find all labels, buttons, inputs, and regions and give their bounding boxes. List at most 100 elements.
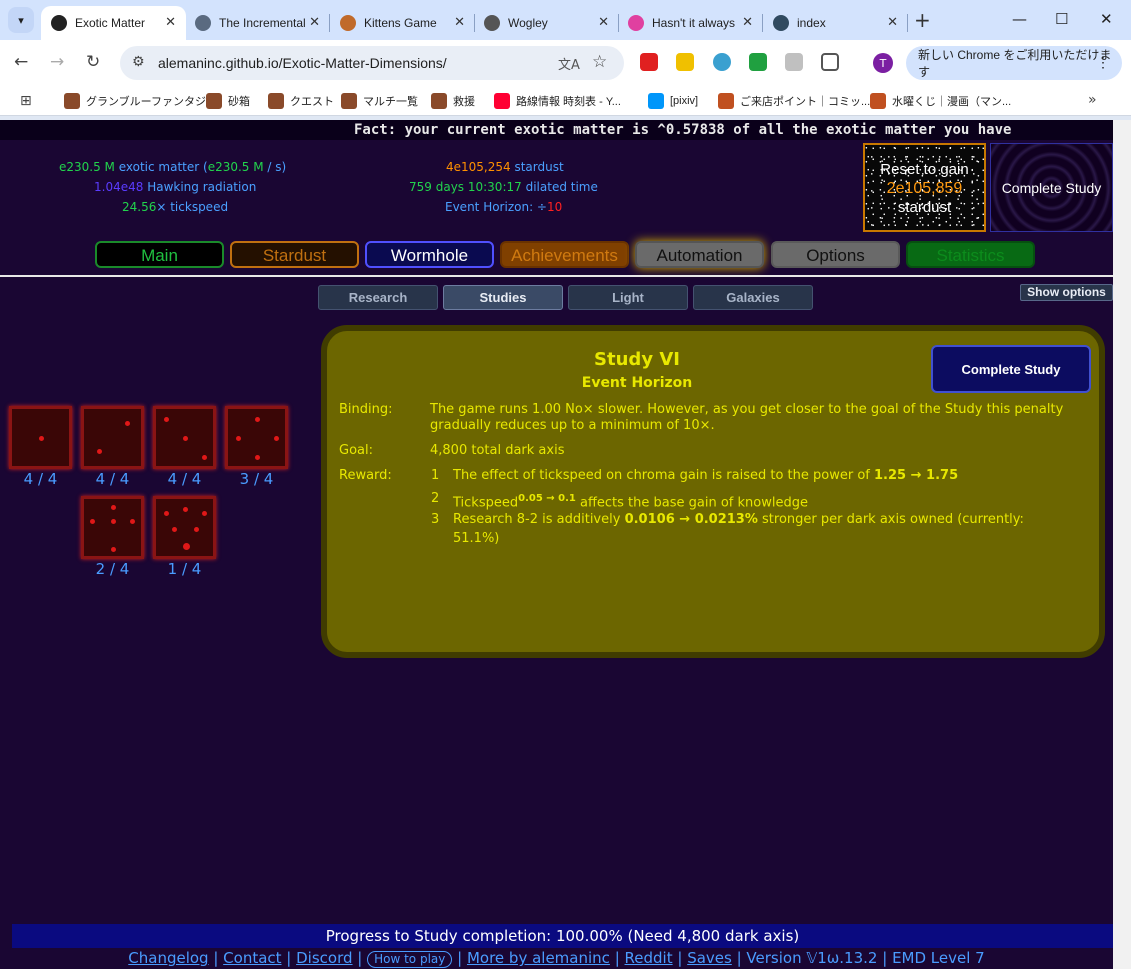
update-text: 新しい Chrome をご利用いただけます <box>918 48 1112 79</box>
tab-close-icon[interactable]: ✕ <box>165 14 176 30</box>
tab-close-icon[interactable]: ✕ <box>598 14 609 30</box>
tab-title: Hasn't it always <box>652 16 735 30</box>
study-2-die-icon[interactable] <box>81 406 144 469</box>
reset-gain-amount: 2e105,859 <box>886 180 963 197</box>
bookmark-favicon-icon <box>431 93 447 109</box>
bookmark-item[interactable]: 路線情報 時刻表 - Y... <box>494 93 621 109</box>
bookmark-label: 水曜くじ｜漫画（マン... <box>892 96 1012 108</box>
tab-favicon-icon <box>340 15 356 31</box>
exotic-matter-value: e230.5 M <box>59 160 115 174</box>
bookmark-item[interactable]: 水曜くじ｜漫画（マン... <box>870 93 1011 109</box>
minimize-icon[interactable]: — <box>1012 10 1027 28</box>
browser-tab[interactable]: Hasn't it always ✕ <box>618 6 763 40</box>
subtab-studies[interactable]: Studies <box>443 285 563 310</box>
extension-icon[interactable] <box>676 53 694 71</box>
forward-icon[interactable]: → <box>50 52 64 72</box>
tab-main[interactable]: Main <box>95 241 224 268</box>
tab-options[interactable]: Options <box>771 241 900 268</box>
extension-icon[interactable] <box>713 53 731 71</box>
stardust-reset-button[interactable]: Reset to gain 2e105,859 stardust <box>863 143 986 232</box>
reload-icon[interactable]: ↻ <box>86 52 100 72</box>
event-horizon-value: 10 <box>546 200 563 214</box>
maximize-icon[interactable]: ☐ <box>1055 10 1068 28</box>
discord-link[interactable]: Discord <box>296 949 352 967</box>
bookmark-star-icon[interactable]: ☆ <box>592 52 607 72</box>
tab-separator <box>907 14 908 32</box>
tab-close-icon[interactable]: ✕ <box>309 14 320 30</box>
tab-close-icon[interactable]: ✕ <box>454 14 465 30</box>
chrome-update-button[interactable]: 新しい Chrome をご利用いただけます ⋮ <box>906 46 1122 80</box>
binding-label: Binding: <box>339 402 393 417</box>
tab-achievements[interactable]: Achievements <box>500 241 629 268</box>
tab-wormhole[interactable]: Wormhole <box>365 241 494 268</box>
study-3-die-icon[interactable] <box>153 406 216 469</box>
new-tab-button[interactable]: + <box>914 8 931 32</box>
bookmark-item[interactable]: ご来店ポイント｜コミッ... <box>718 93 870 109</box>
browser-tab[interactable]: Exotic Matter ✕ <box>41 6 186 40</box>
tab-close-icon[interactable]: ✕ <box>742 14 753 30</box>
die-pip <box>111 547 116 552</box>
tab-close-icon[interactable]: ✕ <box>887 14 898 30</box>
bookmark-item[interactable]: [pixiv] <box>648 93 698 109</box>
translate-icon[interactable]: 文A <box>558 54 580 73</box>
die-pip <box>39 436 44 441</box>
bookmark-item[interactable]: 砂箱 <box>206 93 250 109</box>
complete-study-top-button[interactable]: Complete Study <box>990 143 1113 232</box>
die-pip <box>111 505 116 510</box>
browser-tab[interactable]: The Incremental ✕ <box>185 6 330 40</box>
reset-currency: stardust <box>897 199 952 216</box>
browser-tab[interactable]: index ✕ <box>763 6 908 40</box>
study-5-die-icon[interactable] <box>81 496 144 559</box>
study-subtitle: Event Horizon <box>581 375 693 391</box>
reward-number: 2 <box>431 491 440 506</box>
extension-icon[interactable] <box>785 53 803 71</box>
contact-link[interactable]: Contact <box>223 949 281 967</box>
bookmark-item[interactable]: 救援 <box>431 93 475 109</box>
reward-label: Reward: <box>339 468 392 483</box>
complete-study-button[interactable]: Complete Study <box>931 345 1091 393</box>
die-pip <box>202 455 207 460</box>
subtab-galaxies[interactable]: Galaxies <box>693 285 813 310</box>
bookmark-item[interactable]: クエスト <box>268 93 334 109</box>
subtab-light[interactable]: Light <box>568 285 688 310</box>
subtab-research[interactable]: Research <box>318 285 438 310</box>
site-info-icon[interactable]: ⚙ <box>132 54 145 70</box>
page-scrollbar[interactable] <box>1113 120 1131 969</box>
extensions-puzzle-icon[interactable] <box>821 53 839 71</box>
reddit-link[interactable]: Reddit <box>625 949 673 967</box>
back-icon[interactable]: ← <box>14 52 28 72</box>
apps-grid-icon[interactable]: ⊞ <box>20 93 32 109</box>
study-details-panel: Study VI Event Horizon Complete Study Bi… <box>321 325 1105 658</box>
reward-number: 1 <box>431 468 440 483</box>
changelog-link[interactable]: Changelog <box>128 949 208 967</box>
study-4-die-icon[interactable] <box>225 406 288 469</box>
study-1-die-icon[interactable] <box>9 406 72 469</box>
bookmark-item[interactable]: グランブルーファンタジー <box>64 93 217 109</box>
bookmark-label: グランブルーファンタジー <box>86 96 218 108</box>
bookmarks-overflow-icon[interactable]: » <box>1088 92 1097 108</box>
adblock-extension-icon[interactable] <box>640 53 658 71</box>
more-by-author-link[interactable]: More by alemaninc <box>467 949 610 967</box>
checkmark-extension-icon[interactable] <box>749 53 767 71</box>
die-pip <box>183 436 188 441</box>
close-window-icon[interactable]: ✕ <box>1100 10 1113 28</box>
how-to-play-button[interactable]: How to play <box>367 951 453 968</box>
study-6-die-icon[interactable] <box>153 496 216 559</box>
browser-tab[interactable]: Kittens Game ✕ <box>330 6 475 40</box>
menu-kebab-icon[interactable]: ⋮ <box>1096 54 1110 71</box>
address-bar[interactable]: ⚙ alemaninc.github.io/Exotic-Matter-Dime… <box>120 46 624 80</box>
show-options-button[interactable]: Show options <box>1020 284 1113 301</box>
tab-search-button[interactable]: ▾ <box>8 7 34 33</box>
tab-statistics[interactable]: Statistics <box>906 241 1035 268</box>
tab-stardust[interactable]: Stardust <box>230 241 359 268</box>
reward-value: 1.25 → 1.75 <box>874 468 959 483</box>
die-pip <box>164 417 169 422</box>
tab-automation[interactable]: Automation <box>635 241 764 268</box>
url-text[interactable]: alemaninc.github.io/Exotic-Matter-Dimens… <box>158 55 447 71</box>
exotic-matter-display: e230.5 M exotic matter (e230.5 M / s) <box>59 160 286 174</box>
browser-tab[interactable]: Wogley ✕ <box>474 6 619 40</box>
bookmark-item[interactable]: マルチ一覧 <box>341 93 418 109</box>
profile-avatar[interactable]: T <box>873 53 893 73</box>
saves-link[interactable]: Saves <box>687 949 732 967</box>
goal-text: 4,800 total dark axis <box>430 443 565 458</box>
